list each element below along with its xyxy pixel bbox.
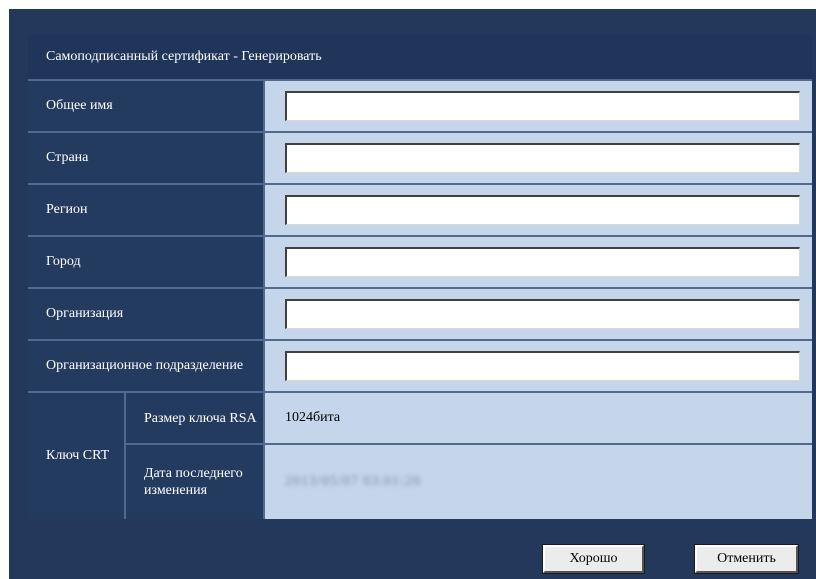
certificate-dialog: Самоподписанный сертификат - Генерироват…: [9, 9, 816, 579]
crt-key-label: Ключ CRT: [28, 393, 126, 519]
last-modified-row: Дата последнего изменения 2013/05/07 03:…: [126, 445, 812, 519]
city-label: Город: [28, 237, 265, 287]
rsa-size-label: Размер ключа RSA: [126, 393, 265, 443]
org-unit-label: Организационное подразделение: [28, 341, 265, 391]
rsa-size-row: Размер ключа RSA 1024бита: [126, 393, 812, 445]
city-row: Город: [28, 237, 812, 289]
organization-label: Организация: [28, 289, 265, 339]
rsa-size-value: 1024бита: [265, 393, 812, 443]
cancel-button[interactable]: Отменить: [694, 544, 799, 574]
dialog-buttons: Хорошо Отменить: [0, 544, 816, 575]
country-label: Страна: [28, 133, 265, 183]
org-unit-row: Организационное подразделение: [28, 341, 812, 393]
region-row: Регион: [28, 185, 812, 237]
country-input[interactable]: [285, 143, 800, 173]
region-input[interactable]: [285, 195, 800, 225]
city-input[interactable]: [285, 247, 800, 277]
common-name-input[interactable]: [285, 91, 800, 121]
organization-input[interactable]: [285, 299, 800, 329]
region-label: Регион: [28, 185, 265, 235]
last-modified-value: 2013/05/07 03:01:20: [285, 474, 422, 489]
common-name-row: Общее имя: [28, 81, 812, 133]
last-modified-label: Дата последнего изменения: [126, 445, 265, 519]
crt-key-section: Ключ CRT Размер ключа RSA 1024бита Дата …: [28, 393, 812, 519]
country-row: Страна: [28, 133, 812, 185]
organization-row: Организация: [28, 289, 812, 341]
ok-button[interactable]: Хорошо: [542, 544, 645, 574]
common-name-label: Общее имя: [28, 81, 265, 131]
org-unit-input[interactable]: [285, 351, 800, 381]
certificate-form: Самоподписанный сертификат - Генерироват…: [28, 35, 812, 519]
dialog-title: Самоподписанный сертификат - Генерироват…: [46, 49, 322, 64]
dialog-title-bar: Самоподписанный сертификат - Генерироват…: [28, 35, 812, 81]
